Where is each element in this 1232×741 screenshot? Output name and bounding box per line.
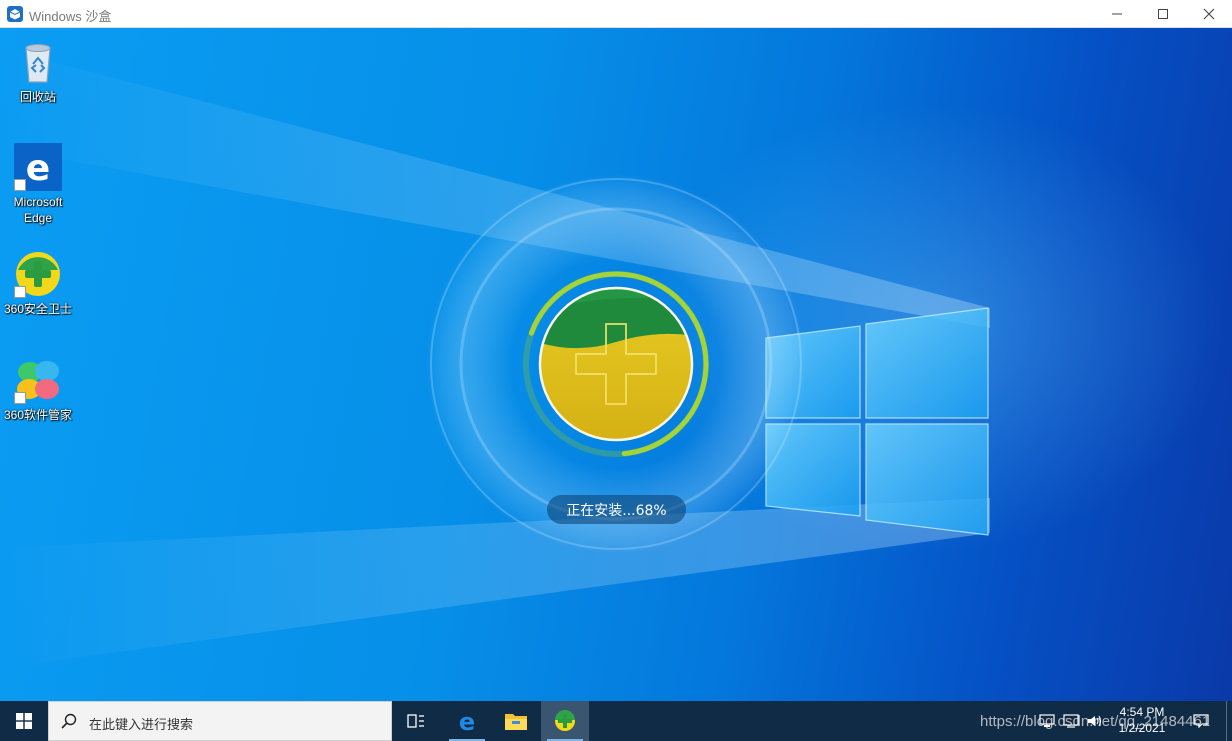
svg-text:e: e: [26, 148, 50, 189]
desktop-icon-360-safe[interactable]: 360安全卫士: [0, 250, 76, 317]
desktop-icon-label: Microsoft Edge: [13, 195, 63, 225]
close-icon: [1203, 8, 1215, 20]
clock-time: 4:54 PM: [1119, 705, 1165, 719]
volume-icon: [1088, 715, 1102, 727]
minimize-icon: [1112, 13, 1122, 15]
search-icon: [61, 713, 77, 729]
desktop-icon-label: 回收站: [19, 90, 56, 104]
window-titlebar: Windows 沙盒: [0, 0, 1232, 28]
start-button[interactable]: [0, 701, 48, 741]
360-installer-icon: [555, 710, 575, 731]
tray-volume[interactable]: [1084, 701, 1106, 741]
close-button[interactable]: [1186, 0, 1232, 28]
shortcut-arrow-icon: [14, 392, 26, 404]
taskbar-search-box[interactable]: 在此键入进行搜索: [48, 701, 392, 741]
desktop-icon-360-software-manager[interactable]: 360软件管家: [0, 356, 76, 423]
taskbar-360-installer[interactable]: [541, 701, 589, 741]
display-icon: [1063, 714, 1079, 728]
desktop-icon-edge[interactable]: e Microsoft Edge: [0, 143, 76, 226]
install-status-pill: 正在安装...68%: [547, 495, 686, 524]
desktop: 回收站 e Microsoft Edge 360安全卫士 360软件管家 正在安…: [0, 28, 1232, 701]
maximize-icon: [1158, 9, 1168, 19]
windows-start-icon: [16, 713, 32, 729]
shortcut-arrow-icon: [14, 286, 26, 298]
svg-text:e: e: [459, 709, 475, 733]
desktop-icon-label: 360软件管家: [3, 408, 73, 422]
tray-network[interactable]: [1036, 701, 1058, 741]
action-center-button[interactable]: [1186, 701, 1216, 741]
taskbar: 在此键入进行搜索 e https://blog.csdn.net/qq_2148…: [0, 701, 1232, 741]
tray-display[interactable]: [1060, 701, 1082, 741]
file-explorer-icon: [505, 714, 527, 730]
search-placeholder: 在此键入进行搜索: [89, 718, 194, 733]
network-icon: [1039, 714, 1055, 727]
maximize-button[interactable]: [1140, 0, 1186, 28]
taskbar-task-view[interactable]: [392, 701, 440, 741]
task-view-icon: [407, 714, 424, 728]
install-status-text: 正在安装...68%: [566, 502, 667, 519]
clock-date: 1/2/2021: [1118, 721, 1166, 735]
minimize-button[interactable]: [1094, 0, 1140, 28]
recycle-bin-icon: [25, 44, 51, 83]
window-title: Windows 沙盒: [29, 9, 112, 24]
shortcut-arrow-icon: [14, 179, 26, 191]
taskbar-clock[interactable]: 4:54 PM 1/2/2021: [1110, 704, 1174, 736]
taskbar-file-explorer[interactable]: [492, 701, 540, 741]
taskbar-edge[interactable]: e: [443, 701, 491, 741]
desktop-icon-recycle-bin[interactable]: 回收站: [0, 38, 76, 105]
desktop-icon-label: 360安全卫士: [3, 302, 73, 316]
sandbox-app-icon: [7, 6, 23, 22]
edge-icon: e: [459, 709, 475, 733]
show-desktop-button[interactable]: [1226, 701, 1232, 741]
notification-icon: [1193, 714, 1209, 728]
